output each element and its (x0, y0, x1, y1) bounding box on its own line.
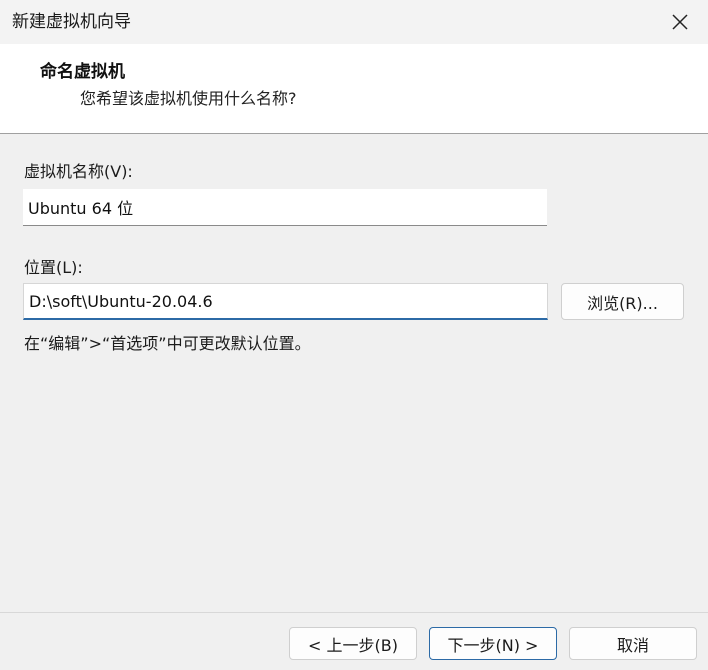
browse-button[interactable]: 浏览(R)... (561, 283, 684, 320)
close-icon (672, 14, 688, 30)
next-button[interactable]: 下一步(N) > (429, 627, 557, 660)
location-hint: 在“编辑”>“首选项”中可更改默认位置。 (24, 334, 311, 353)
page-title: 命名虚拟机 (40, 62, 125, 82)
cancel-button[interactable]: 取消 (569, 627, 697, 660)
location-input[interactable] (23, 283, 548, 320)
footer-divider (0, 612, 708, 613)
back-button[interactable]: < 上一步(B) (289, 627, 417, 660)
close-button[interactable] (662, 4, 698, 40)
new-vm-wizard-window: 新建虚拟机向导 命名虚拟机 您希望该虚拟机使用什么名称? 虚拟机名称(V): 位… (0, 0, 708, 670)
vm-name-input[interactable] (23, 189, 547, 226)
title-bar: 新建虚拟机向导 (0, 0, 708, 44)
wizard-header: 命名虚拟机 您希望该虚拟机使用什么名称? (0, 44, 708, 134)
vm-name-label: 虚拟机名称(V): (24, 162, 133, 181)
window-title: 新建虚拟机向导 (12, 12, 131, 32)
location-label: 位置(L): (24, 258, 83, 277)
page-subtitle: 您希望该虚拟机使用什么名称? (80, 89, 297, 108)
